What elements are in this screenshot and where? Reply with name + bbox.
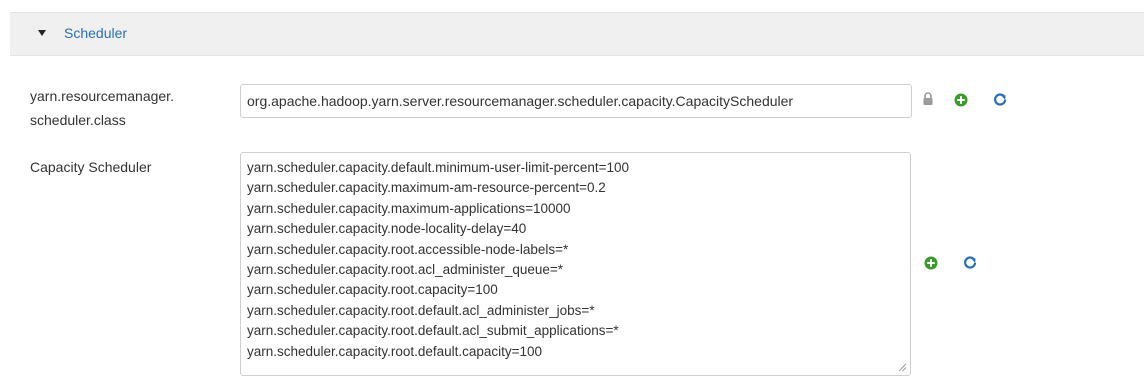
refresh-icon[interactable] (993, 92, 1007, 106)
capacity-scheduler-textarea[interactable]: yarn.scheduler.capacity.default.minimum-… (240, 152, 911, 376)
section-title[interactable]: Scheduler (64, 25, 127, 41)
capacity-scheduler-label: Capacity Scheduler (30, 159, 152, 175)
add-override-icon[interactable] (954, 93, 968, 107)
scheduler-panel: Scheduler yarn.resourcemanager. schedule… (0, 0, 1144, 392)
section-header[interactable]: Scheduler (10, 12, 1144, 56)
add-override-icon[interactable] (924, 256, 938, 270)
scheduler-class-input[interactable] (240, 84, 912, 118)
resize-grip-icon[interactable] (897, 362, 907, 372)
lock-icon (923, 92, 933, 105)
scheduler-class-label: yarn.resourcemanager. scheduler.class (30, 88, 174, 128)
caret-down-icon[interactable] (38, 30, 46, 36)
refresh-icon[interactable] (963, 255, 977, 269)
